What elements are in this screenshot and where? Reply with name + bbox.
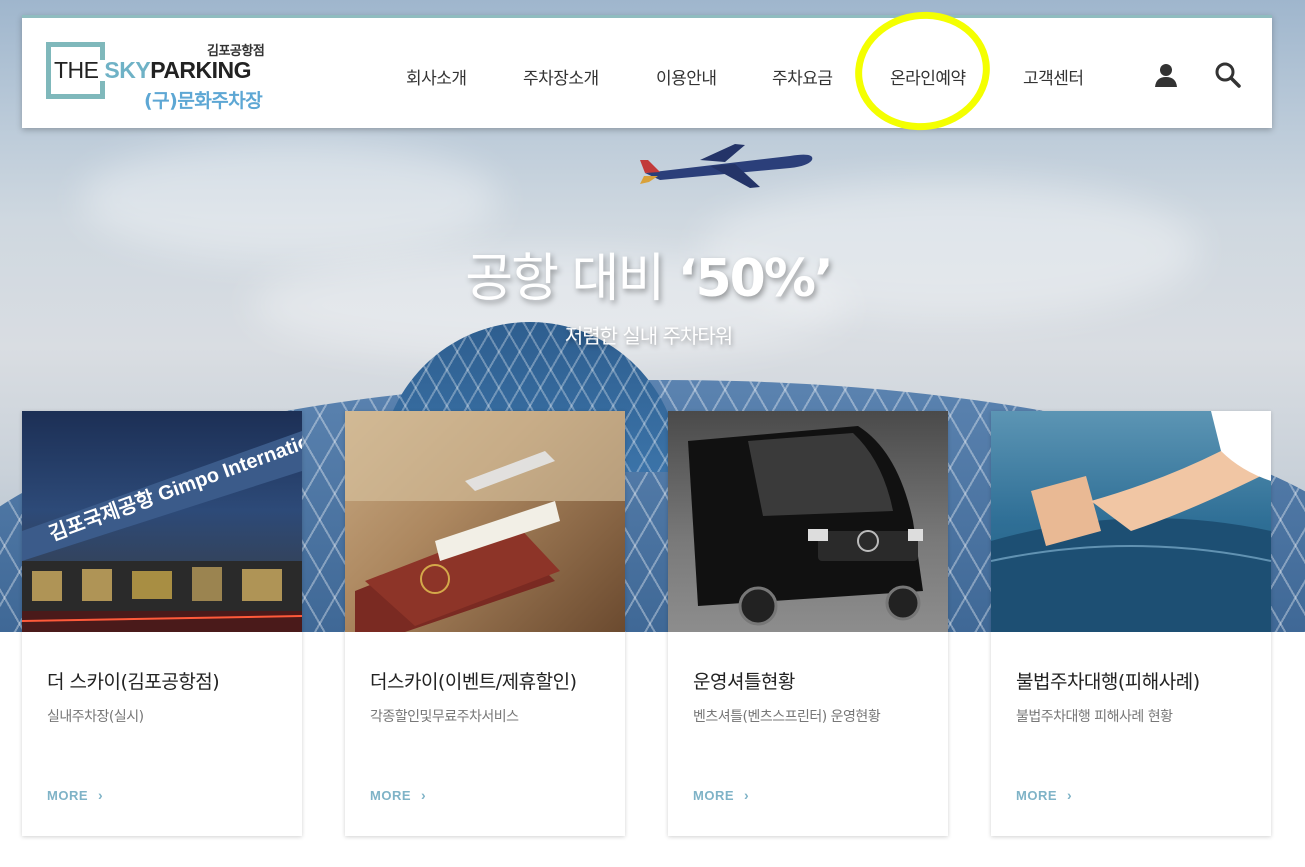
nav-customer-center[interactable]: 고객센터	[1023, 64, 1084, 89]
hero-title: 공항 대비 ‘50%’	[465, 249, 833, 309]
card-image-van	[668, 411, 948, 632]
highlight-annotation	[847, 3, 998, 139]
chevron-right-icon: ›	[1067, 787, 1073, 803]
card-description: 각종할인및무료주차서비스	[370, 709, 519, 725]
card-description: 실내주차장(실시)	[47, 709, 144, 725]
nav-parking-fee[interactable]: 주차요금	[772, 64, 833, 89]
more-link[interactable]: MORE ›	[693, 787, 749, 803]
hero-subtitle: 저렴한 실내 주차타워	[564, 324, 733, 348]
more-link[interactable]: MORE ›	[370, 787, 426, 803]
chevron-right-icon: ›	[98, 787, 104, 803]
card-title: 더스카이(이벤트/제휴할인)	[370, 671, 577, 693]
card-gimpo[interactable]: 김포국제공항 Gimpo International Airport 더 스카이…	[22, 411, 302, 836]
user-icon[interactable]	[1152, 61, 1180, 89]
card-title: 불법주차대행(피해사례)	[1016, 671, 1200, 693]
card-description: 불법주차대행 피해사례 현황	[1016, 709, 1173, 725]
nav-usage-guide[interactable]: 이용안내	[656, 64, 717, 89]
nav-company[interactable]: 회사소개	[406, 64, 467, 89]
card-image-passport	[345, 411, 625, 632]
chevron-right-icon: ›	[744, 787, 750, 803]
site-logo[interactable]: 김포공항점 THE SKYPARKING (구)문화주차장	[46, 38, 286, 118]
site-header: 김포공항점 THE SKYPARKING (구)문화주차장 회사소개 주차장소개…	[22, 3, 1272, 139]
card-image-airport: 김포국제공항 Gimpo International Airport	[22, 411, 302, 632]
nav-parking-lot[interactable]: 주차장소개	[523, 64, 599, 89]
logo-old-name: (구)문화주차장	[144, 90, 263, 112]
card-illegal-parking[interactable]: 불법주차대행(피해사례) 불법주차대행 피해사례 현황 MORE ›	[991, 411, 1271, 836]
more-link[interactable]: MORE ›	[1016, 787, 1072, 803]
card-description: 벤츠셔틀(벤츠스프린터) 운영현황	[693, 709, 881, 725]
card-image-ticket	[991, 411, 1271, 632]
airplane-icon	[640, 144, 813, 188]
card-event[interactable]: 더스카이(이벤트/제휴할인) 각종할인및무료주차서비스 MORE ›	[345, 411, 625, 836]
card-shuttle[interactable]: 운영셔틀현황 벤츠셔틀(벤츠스프린터) 운영현황 MORE ›	[668, 411, 948, 836]
search-icon[interactable]	[1214, 61, 1242, 89]
more-link[interactable]: MORE ›	[47, 787, 103, 803]
logo-brand: THE SKYPARKING	[54, 57, 252, 83]
card-title: 운영셔틀현황	[693, 671, 795, 693]
chevron-right-icon: ›	[421, 787, 427, 803]
card-title: 더 스카이(김포공항점)	[47, 671, 220, 693]
